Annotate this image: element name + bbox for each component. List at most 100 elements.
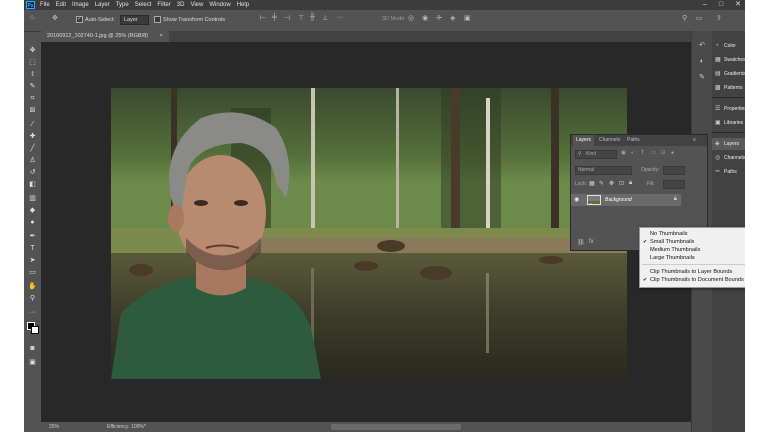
path-selection-tool-icon[interactable]: ➤	[27, 256, 38, 266]
libraries-panel-tab[interactable]: ▣ Libraries	[712, 117, 745, 129]
3d-rotate-icon[interactable]: ◎	[408, 14, 414, 22]
move-tool-icon[interactable]: ✥	[27, 46, 38, 56]
marquee-tool-icon[interactable]: ⬚	[27, 58, 38, 68]
lock-pixels-icon[interactable]: ✎	[599, 180, 604, 187]
link-layers-icon[interactable]: ⛓︎	[577, 239, 585, 246]
align-right-icon[interactable]: ⊣	[284, 14, 290, 22]
3d-pan-icon[interactable]: ✛	[436, 14, 442, 22]
filter-shape-icon[interactable]: ▭	[651, 150, 656, 156]
pen-tool-icon[interactable]: ✒	[27, 232, 38, 242]
eye-icon[interactable]: ◉	[574, 196, 579, 203]
menu-item-large-thumbnails[interactable]: Large Thumbnails	[650, 254, 695, 262]
minimize-button[interactable]: –	[703, 0, 707, 10]
channels-panel-tab[interactable]: ◎ Channels	[712, 152, 745, 164]
gradient-tool-icon[interactable]: ▥	[27, 194, 38, 204]
kind-filter-dropdown[interactable]: Kind ⚲	[575, 150, 617, 159]
filter-adjustment-icon[interactable]: ◐	[631, 150, 634, 156]
lock-all-icon[interactable]: 🔒︎	[629, 180, 632, 187]
brush-tool-icon[interactable]: ╱	[27, 144, 38, 154]
document-tab[interactable]: 20160912_102740-1.jpg @ 25% (RGB/8) ×	[41, 31, 169, 42]
photo-canvas[interactable]	[111, 88, 627, 379]
filter-toggle-icon[interactable]: ●	[671, 150, 674, 156]
zoom-tool-icon[interactable]: ⚲	[27, 294, 38, 304]
move-tool-icon[interactable]: ✥	[52, 14, 58, 22]
healing-brush-tool-icon[interactable]: ✚	[27, 132, 38, 142]
menu-item-clip-document-bounds[interactable]: ✔ Clip Thumbnails to Document Bounds	[643, 276, 744, 284]
search-icon[interactable]: ⚲	[682, 14, 687, 22]
history-brush-tool-icon[interactable]: ↺	[27, 168, 38, 178]
close-tab-icon[interactable]: ×	[160, 33, 163, 39]
blur-tool-icon[interactable]: ◆	[27, 206, 38, 216]
menu-file[interactable]: File	[40, 0, 50, 10]
filter-type-icon[interactable]: T	[641, 150, 644, 156]
crop-tool-icon[interactable]: ⌗	[27, 94, 38, 104]
menu-layer[interactable]: Layer	[95, 0, 110, 10]
horizontal-scrollbar[interactable]	[331, 424, 461, 430]
align-top-icon[interactable]: ⊤	[298, 14, 304, 22]
align-left-icon[interactable]: ⊢	[260, 14, 266, 22]
3d-scale-icon[interactable]: ▣	[464, 14, 471, 22]
history-panel-icon[interactable]: ↶	[697, 41, 707, 51]
patterns-panel-tab[interactable]: ▩ Patterns	[712, 82, 745, 94]
menu-item-clip-layer-bounds[interactable]: Clip Thumbnails to Layer Bounds	[650, 268, 732, 276]
tab-channels[interactable]: Channels	[599, 135, 620, 146]
lock-artboard-icon[interactable]: ⊡	[619, 180, 624, 187]
adjustments-panel-icon[interactable]: ◐	[697, 57, 707, 67]
color-swatch-icon[interactable]	[27, 322, 39, 334]
eraser-tool-icon[interactable]: ◧	[27, 180, 38, 190]
quick-mask-icon[interactable]: ◙	[27, 344, 38, 354]
layer-row-background[interactable]: ◉ Background 🔒︎	[571, 194, 681, 206]
shape-tool-icon[interactable]: ▭	[27, 268, 38, 278]
edit-toolbar-icon[interactable]: ···	[27, 308, 38, 318]
type-tool-icon[interactable]: T	[27, 244, 38, 254]
3d-roll-icon[interactable]: ◉	[422, 14, 428, 22]
lock-transparency-icon[interactable]: ▦	[589, 180, 595, 187]
menu-filter[interactable]: Filter	[157, 0, 170, 10]
lock-position-icon[interactable]: ✥	[609, 180, 614, 187]
lasso-tool-icon[interactable]: ℓ	[27, 70, 38, 80]
menu-3d[interactable]: 3D	[177, 0, 185, 10]
swatches-panel-tab[interactable]: ▦ Swatches	[712, 54, 745, 66]
filter-smart-object-icon[interactable]: ⊡	[661, 150, 665, 156]
hand-tool-icon[interactable]: ✋	[27, 282, 38, 292]
blend-mode-dropdown[interactable]: Normal	[575, 166, 632, 175]
auto-select-dropdown[interactable]: Layer	[120, 15, 149, 25]
tab-paths[interactable]: Paths	[627, 135, 640, 146]
quick-select-tool-icon[interactable]: ✎	[27, 82, 38, 92]
tab-layers[interactable]: Layers	[573, 135, 595, 146]
layers-panel-tab[interactable]: ◈ Layers	[712, 138, 745, 150]
maximize-button[interactable]: □	[719, 0, 723, 10]
align-center-icon[interactable]: ╪	[272, 14, 277, 21]
auto-select-checkbox[interactable]: ✓ Auto-Select:	[76, 16, 115, 23]
close-button[interactable]: ✕	[735, 0, 741, 10]
paths-panel-tab[interactable]: ✑ Paths	[712, 166, 745, 178]
menu-image[interactable]: Image	[72, 0, 89, 10]
show-transform-checkbox[interactable]: Show Transform Controls	[154, 16, 225, 23]
share-icon[interactable]: ⇪	[716, 14, 722, 22]
menu-window[interactable]: Window	[209, 0, 230, 10]
gradients-panel-tab[interactable]: ▤ Gradients	[712, 68, 745, 80]
color-panel-tab[interactable]: ◔ Color	[712, 40, 745, 52]
filter-pixel-icon[interactable]: ▣	[621, 150, 626, 156]
menu-view[interactable]: View	[190, 0, 203, 10]
frame-tool-icon[interactable]: ⊠	[27, 106, 38, 116]
properties-panel-tab[interactable]: ☰ Properties	[712, 103, 745, 115]
efficiency-readout[interactable]: Efficiency: 100%*	[107, 422, 146, 432]
panel-menu-icon[interactable]: ≡	[693, 135, 696, 146]
menu-item-no-thumbnails[interactable]: No Thumbnails	[650, 230, 688, 238]
eyedropper-tool-icon[interactable]: ⁄	[27, 120, 38, 130]
menu-help[interactable]: Help	[237, 0, 249, 10]
brush-settings-icon[interactable]: ✎	[697, 73, 707, 83]
zoom-level[interactable]: 25%	[49, 422, 59, 432]
more-options-icon[interactable]: ···	[336, 14, 343, 21]
dodge-tool-icon[interactable]: ●	[27, 218, 38, 228]
menu-type[interactable]: Type	[116, 0, 129, 10]
home-icon[interactable]: ⌂	[30, 14, 34, 21]
menu-item-small-thumbnails[interactable]: ✔ Small Thumbnails	[643, 238, 694, 246]
menu-select[interactable]: Select	[135, 0, 152, 10]
fill-field[interactable]	[663, 180, 685, 189]
menu-item-medium-thumbnails[interactable]: Medium Thumbnails	[650, 246, 700, 254]
align-bottom-icon[interactable]: ⊥	[322, 14, 328, 22]
menu-edit[interactable]: Edit	[56, 0, 66, 10]
opacity-field[interactable]	[663, 166, 685, 175]
